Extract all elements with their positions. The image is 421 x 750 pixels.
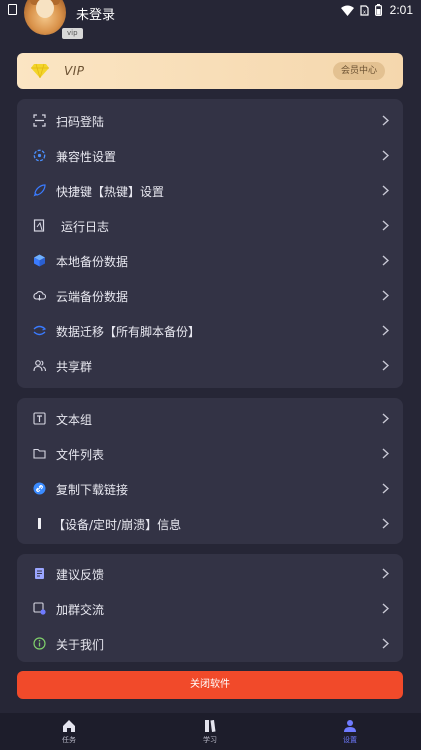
tab-tasks[interactable]: 任务 (39, 719, 99, 745)
text-icon (33, 412, 46, 425)
chevron-right-icon (382, 413, 389, 424)
settings-group-2: 文本组 文件列表 复制下载链接 【设备/定时/崩溃】信息 (17, 398, 403, 544)
chevron-right-icon (382, 115, 389, 126)
chevron-right-icon (382, 360, 389, 371)
scan-icon (33, 114, 46, 127)
vip-label: VIP (64, 64, 85, 78)
sim-icon: x (360, 4, 369, 16)
menu-item-device-info[interactable]: 【设备/定时/崩溃】信息 (17, 506, 403, 541)
migrate-icon (33, 325, 46, 336)
chevron-right-icon (382, 448, 389, 459)
vip-badge: vip (62, 28, 83, 39)
menu-item-text-group[interactable]: 文本组 (17, 401, 403, 436)
user-icon (344, 720, 356, 732)
username[interactable]: 未登录 (76, 4, 115, 23)
notification-icon (8, 4, 17, 15)
menu-item-run-log[interactable]: 运行日志 (17, 208, 403, 243)
chevron-right-icon (382, 603, 389, 614)
menu-item-data-migration[interactable]: 数据迁移【所有脚本备份】 (17, 313, 403, 348)
bottom-tab-bar: 任务 学习 设置 (0, 713, 421, 750)
log-icon (33, 219, 45, 232)
menu-item-compatibility[interactable]: 兼容性设置 (17, 138, 403, 173)
chevron-right-icon (382, 483, 389, 494)
settings-group-3: 建议反馈 加群交流 关于我们 (17, 554, 403, 662)
tab-study[interactable]: 学习 (180, 719, 240, 745)
chevron-right-icon (382, 325, 389, 336)
settings-group-1: 扫码登陆 兼容性设置 快捷键【热键】设置 运行日志 本地备份数据 云端备份数据 … (17, 99, 403, 388)
tab-settings[interactable]: 设置 (320, 719, 380, 745)
status-time: 2:01 (389, 3, 413, 17)
menu-item-hotkey[interactable]: 快捷键【热键】设置 (17, 173, 403, 208)
group-icon (33, 360, 46, 372)
link-icon (33, 482, 46, 495)
close-app-button[interactable]: 关闭软件 (17, 671, 403, 699)
info-bar-icon (38, 518, 41, 529)
chevron-right-icon (382, 220, 389, 231)
cloud-icon (33, 290, 46, 301)
chevron-right-icon (382, 638, 389, 649)
wifi-icon (340, 5, 354, 16)
chat-group-icon (33, 602, 46, 615)
member-center-button[interactable]: 会员中心 (332, 62, 385, 80)
menu-item-local-backup[interactable]: 本地备份数据 (17, 243, 403, 278)
menu-item-share-group[interactable]: 共享群 (17, 348, 403, 383)
rocket-icon (33, 184, 46, 197)
status-icons: x 2:01 (340, 3, 413, 17)
menu-item-scan-login[interactable]: 扫码登陆 (17, 103, 403, 138)
menu-item-file-list[interactable]: 文件列表 (17, 436, 403, 471)
menu-item-about-us[interactable]: 关于我们 (17, 626, 403, 661)
chevron-right-icon (382, 568, 389, 579)
menu-item-cloud-backup[interactable]: 云端备份数据 (17, 278, 403, 313)
cube-icon (34, 254, 45, 267)
menu-item-join-group[interactable]: 加群交流 (17, 591, 403, 626)
feedback-icon (35, 568, 44, 579)
chevron-right-icon (382, 185, 389, 196)
avatar[interactable] (24, 0, 66, 35)
chevron-right-icon (382, 518, 389, 529)
home-icon (63, 720, 75, 732)
diamond-icon (31, 63, 49, 78)
folder-icon (33, 448, 46, 459)
menu-item-feedback[interactable]: 建议反馈 (17, 556, 403, 591)
chevron-right-icon (382, 290, 389, 301)
book-icon (205, 720, 216, 732)
about-icon (33, 637, 46, 650)
compatibility-icon (33, 149, 46, 162)
svg-text:x: x (363, 9, 366, 15)
battery-icon (374, 4, 382, 16)
chevron-right-icon (382, 150, 389, 161)
menu-item-copy-download-link[interactable]: 复制下载链接 (17, 471, 403, 506)
vip-banner[interactable]: VIP 会员中心 (17, 53, 403, 89)
chevron-right-icon (382, 255, 389, 266)
